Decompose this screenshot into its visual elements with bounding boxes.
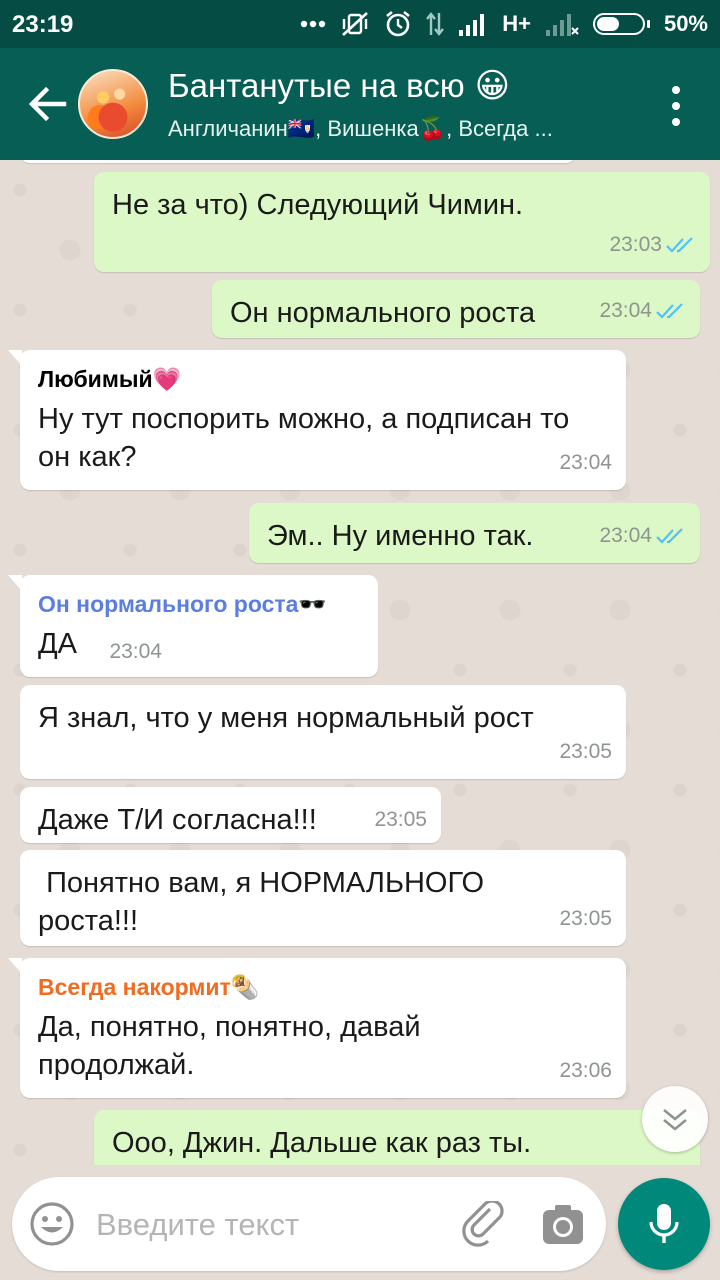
message-sender[interactable]: Любимый💗	[38, 364, 608, 394]
message-time: 23:04	[559, 451, 612, 474]
status-icons: H+ 50%	[300, 8, 708, 40]
message-bubble-outgoing[interactable]: Ооо, Джин. Дальше как раз ты.	[94, 1110, 700, 1165]
message-sender[interactable]: Всегда накормит🌯	[38, 972, 608, 1002]
message-meta: 23:03	[609, 226, 696, 264]
message-time: 23:05	[559, 740, 612, 763]
message-time: 23:04	[109, 640, 162, 663]
back-button[interactable]	[24, 84, 72, 124]
message-meta: 23:05	[374, 801, 427, 839]
message-text: ДА	[38, 628, 77, 660]
message-meta: 23:05	[559, 733, 612, 771]
battery-icon	[592, 13, 645, 35]
double-check-icon	[656, 528, 683, 544]
message-time: 23:03	[609, 233, 662, 256]
chat-participants[interactable]: Англичанин🇦🇮, Вишенка🍒, Всегда ...	[168, 116, 628, 142]
alarm-icon	[384, 10, 412, 38]
message-text: Ооо, Джин. Дальше как раз ты.	[112, 1127, 532, 1159]
back-arrow-icon	[28, 86, 67, 122]
message-meta: 23:05	[559, 900, 612, 938]
chevron-double-down-icon	[663, 1108, 687, 1131]
message-bubble-partial	[20, 160, 576, 163]
chat-header: Бантанутые на всю 😀 Англичанин🇦🇮, Вишенк…	[0, 48, 720, 160]
message-time: 23:06	[559, 1059, 612, 1082]
muted-vibrate-icon	[340, 10, 370, 38]
message-bubble-incoming[interactable]: Всегда накормит🌯 Да, понятно, понятно, д…	[8, 958, 626, 1098]
message-time: 23:05	[559, 907, 612, 930]
message-bubble-incoming[interactable]: Он нормального роста🕶️ ДА 23:04	[8, 575, 378, 677]
network-type: H+	[502, 11, 531, 36]
message-text: Даже Т/И согласна!!!	[38, 804, 317, 836]
camera-icon	[543, 1205, 583, 1244]
message-list[interactable]: Не за что) Следующий Чимин. 23:03 Он нор…	[0, 160, 720, 1165]
menu-dot	[672, 118, 680, 126]
overflow-menu-button[interactable]	[668, 86, 684, 126]
message-meta: 23:04	[559, 444, 612, 482]
scroll-to-bottom-button[interactable]	[642, 1086, 708, 1152]
title-emoji: 😀	[474, 67, 511, 105]
status-time: 23:19	[12, 11, 74, 38]
message-bubble-outgoing[interactable]: Не за что) Следующий Чимин. 23:03	[94, 172, 710, 272]
chat-title-text: Бантанутые на всю	[168, 67, 465, 104]
attach-button[interactable]	[462, 1199, 508, 1247]
status-bar: 23:19 H+ 50%	[0, 0, 720, 48]
message-text: Ну тут поспорить можно, а подписан то он…	[38, 403, 570, 473]
emoji-button[interactable]	[28, 1200, 76, 1248]
message-meta: 23:06	[559, 1052, 612, 1090]
message-meta: 23:04	[599, 292, 686, 330]
message-bubble-outgoing[interactable]: Эм.. Ну именно так. 23:04	[249, 503, 700, 563]
message-meta: 23:04	[599, 517, 686, 555]
message-text: Да, понятно, понятно, давай продолжай.	[38, 1011, 421, 1081]
message-text: Понятно вам, я НОРМАЛЬНОГО роста!!!	[38, 867, 493, 937]
message-bubble-outgoing[interactable]: Он нормального роста 23:04	[212, 280, 700, 338]
menu-dot	[672, 102, 680, 110]
double-check-icon	[666, 237, 693, 253]
voice-record-button[interactable]	[618, 1178, 710, 1270]
message-meta: 23:04	[109, 633, 162, 671]
signal-weak-icon	[545, 12, 579, 36]
more-dots-icon	[300, 20, 326, 28]
smiley-icon	[30, 1202, 74, 1246]
chat-title[interactable]: Бантанутые на всю 😀	[168, 66, 510, 106]
message-bubble-incoming[interactable]: Даже Т/И согласна!!! 23:05	[20, 787, 441, 843]
message-bubble-incoming[interactable]: Я знал, что у меня нормальный рост 23:05	[20, 685, 626, 779]
microphone-icon	[649, 1204, 679, 1243]
battery-tip	[646, 20, 650, 28]
message-bubble-incoming[interactable]: Понятно вам, я НОРМАЛЬНОГО роста!!! 23:0…	[20, 850, 626, 946]
battery-percent: 50%	[663, 11, 708, 36]
menu-dot	[672, 86, 680, 94]
signal-icon	[458, 12, 488, 36]
data-arrows-icon	[426, 11, 445, 37]
message-input[interactable]	[96, 1203, 446, 1247]
message-sender[interactable]: Он нормального роста🕶️	[38, 589, 360, 619]
message-bubble-incoming[interactable]: Любимый💗 Ну тут поспорить можно, а подпи…	[8, 350, 626, 490]
message-time: 23:05	[374, 808, 427, 831]
message-text: Не за что) Следующий Чимин.	[112, 189, 524, 221]
message-text: Я знал, что у меня нормальный рост	[38, 702, 534, 734]
message-composer	[12, 1177, 606, 1271]
group-avatar[interactable]	[78, 69, 148, 139]
double-check-icon	[656, 303, 683, 319]
message-time: 23:04	[599, 524, 652, 547]
paperclip-icon	[462, 1199, 504, 1247]
camera-button[interactable]	[540, 1202, 586, 1248]
message-time: 23:04	[599, 299, 652, 322]
